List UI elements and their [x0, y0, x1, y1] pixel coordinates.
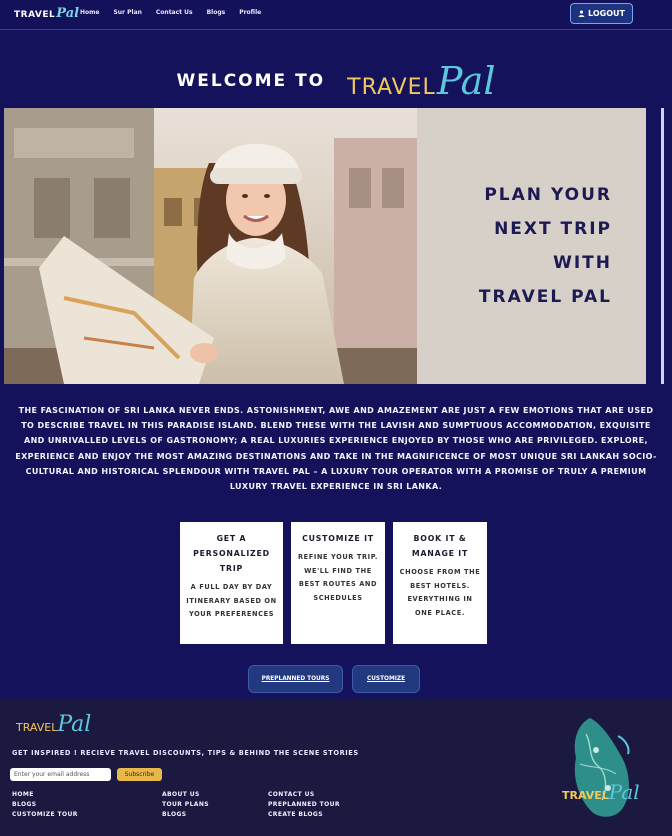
card-title: BOOK IT & MANAGE IT	[411, 534, 469, 558]
nav-link-home[interactable]: Home	[80, 9, 99, 16]
feature-card-personalized: GET A PERSONALIZED TRIP A FULL DAY BY DA…	[180, 522, 283, 644]
hero-line-4: TRAVEL PAL	[478, 287, 612, 307]
intro-paragraph: THE FASCINATION OF SRI LANKA NEVER ENDS.…	[15, 406, 657, 492]
nav-logo-script: Pal	[56, 6, 80, 21]
footer-link-home[interactable]: HOME	[12, 790, 78, 799]
card-title: GET A PERSONALIZED TRIP	[193, 534, 270, 573]
footer-logo-script: Pal	[57, 712, 92, 737]
cta-buttons: PREPLANNED TOURS CUSTOMIZE	[248, 665, 420, 693]
newsletter-email-input[interactable]	[10, 768, 111, 781]
card-body: REFINE YOUR TRIP. WE'LL FIND THE BEST RO…	[297, 553, 379, 602]
footer-tagline: GET INSPIRED ! RECIEVE TRAVEL DISCOUNTS,…	[12, 749, 359, 757]
nav-links: Home Sur Plan Contact Us Blogs Profile	[80, 9, 261, 16]
nav-link-blogs[interactable]: Blogs	[207, 9, 226, 16]
footer-link-blogs-2[interactable]: BLOGS	[162, 810, 209, 819]
subscribe-button[interactable]: Subscribe	[117, 768, 162, 781]
scrollbar[interactable]	[661, 108, 664, 384]
hero-plan-panel: PLAN YOUR NEXT TRIP WITH TRAVEL PAL	[417, 108, 646, 384]
footer-link-preplanned-tour[interactable]: PREPLANNED TOUR	[268, 800, 340, 809]
preplanned-tours-button[interactable]: PREPLANNED TOURS	[248, 665, 343, 693]
nav-link-profile[interactable]: Profile	[239, 9, 261, 16]
nav-link-contact-us[interactable]: Contact Us	[156, 9, 193, 16]
footer-links-col-1: HOME BLOGS CUSTOMIZE TOUR	[12, 790, 78, 819]
brand-logo: TRAVEL Pal	[347, 62, 495, 100]
footer-links-col-3: CONTACT US PREPLANNED TOUR CREATE BLOGS	[268, 790, 340, 819]
logout-label: LOGOUT	[588, 9, 625, 18]
customize-button[interactable]: CUSTOMIZE	[352, 665, 420, 693]
footer-link-customize-tour[interactable]: CUSTOMIZE TOUR	[12, 810, 78, 819]
footer: TRAVEL Pal GET INSPIRED ! RECIEVE TRAVEL…	[0, 700, 672, 836]
feature-cards: GET A PERSONALIZED TRIP A FULL DAY BY DA…	[180, 522, 487, 644]
top-navbar: TRAVEL Pal Home Sur Plan Contact Us Blog…	[0, 0, 672, 30]
card-body: A FULL DAY BY DAY ITINERARY BASED ON YOU…	[186, 583, 277, 618]
brand-logo-script: Pal	[436, 59, 496, 103]
footer-map-logo: TRAVEL Pal	[562, 780, 640, 804]
welcome-heading: WELCOME TO TRAVEL Pal	[0, 58, 672, 104]
footer-link-create-blogs[interactable]: CREATE BLOGS	[268, 810, 340, 819]
feature-card-book: BOOK IT & MANAGE IT CHOOSE FROM THE BEST…	[393, 522, 487, 644]
card-body: CHOOSE FROM THE BEST HOTELS. EVERYTHING …	[399, 568, 481, 617]
footer-logo-text: TRAVEL	[16, 721, 58, 734]
user-icon	[578, 10, 585, 17]
footer-links-col-2: ABOUT US TOUR PLANS BLOGS	[162, 790, 209, 819]
nav-logo[interactable]: TRAVEL Pal	[14, 6, 79, 24]
footer-link-blogs[interactable]: BLOGS	[12, 800, 78, 809]
footer-map-logo-script: Pal	[608, 780, 640, 804]
hero-line-1: PLAN YOUR	[484, 185, 612, 205]
footer-link-about-us[interactable]: ABOUT US	[162, 790, 209, 799]
hero-line-3: WITH	[553, 253, 612, 273]
footer-logo[interactable]: TRAVEL Pal	[16, 712, 91, 737]
hero-line-2: NEXT TRIP	[494, 219, 612, 239]
nav-logo-text: TRAVEL	[14, 10, 56, 20]
footer-link-contact-us[interactable]: CONTACT US	[268, 790, 340, 799]
footer-map-logo-text: TRAVEL	[562, 789, 609, 802]
card-title: CUSTOMIZE IT	[302, 534, 374, 543]
brand-logo-text: TRAVEL	[347, 75, 436, 100]
hero-traveler-photo	[4, 108, 417, 384]
feature-card-customize: CUSTOMIZE IT REFINE YOUR TRIP. WE'LL FIN…	[291, 522, 385, 644]
nav-link-sur-plan[interactable]: Sur Plan	[113, 9, 141, 16]
welcome-text: WELCOME TO	[176, 71, 326, 91]
footer-link-tour-plans[interactable]: TOUR PLANS	[162, 800, 209, 809]
logout-button[interactable]: LOGOUT	[570, 3, 633, 24]
sri-lanka-map-icon	[574, 718, 630, 817]
